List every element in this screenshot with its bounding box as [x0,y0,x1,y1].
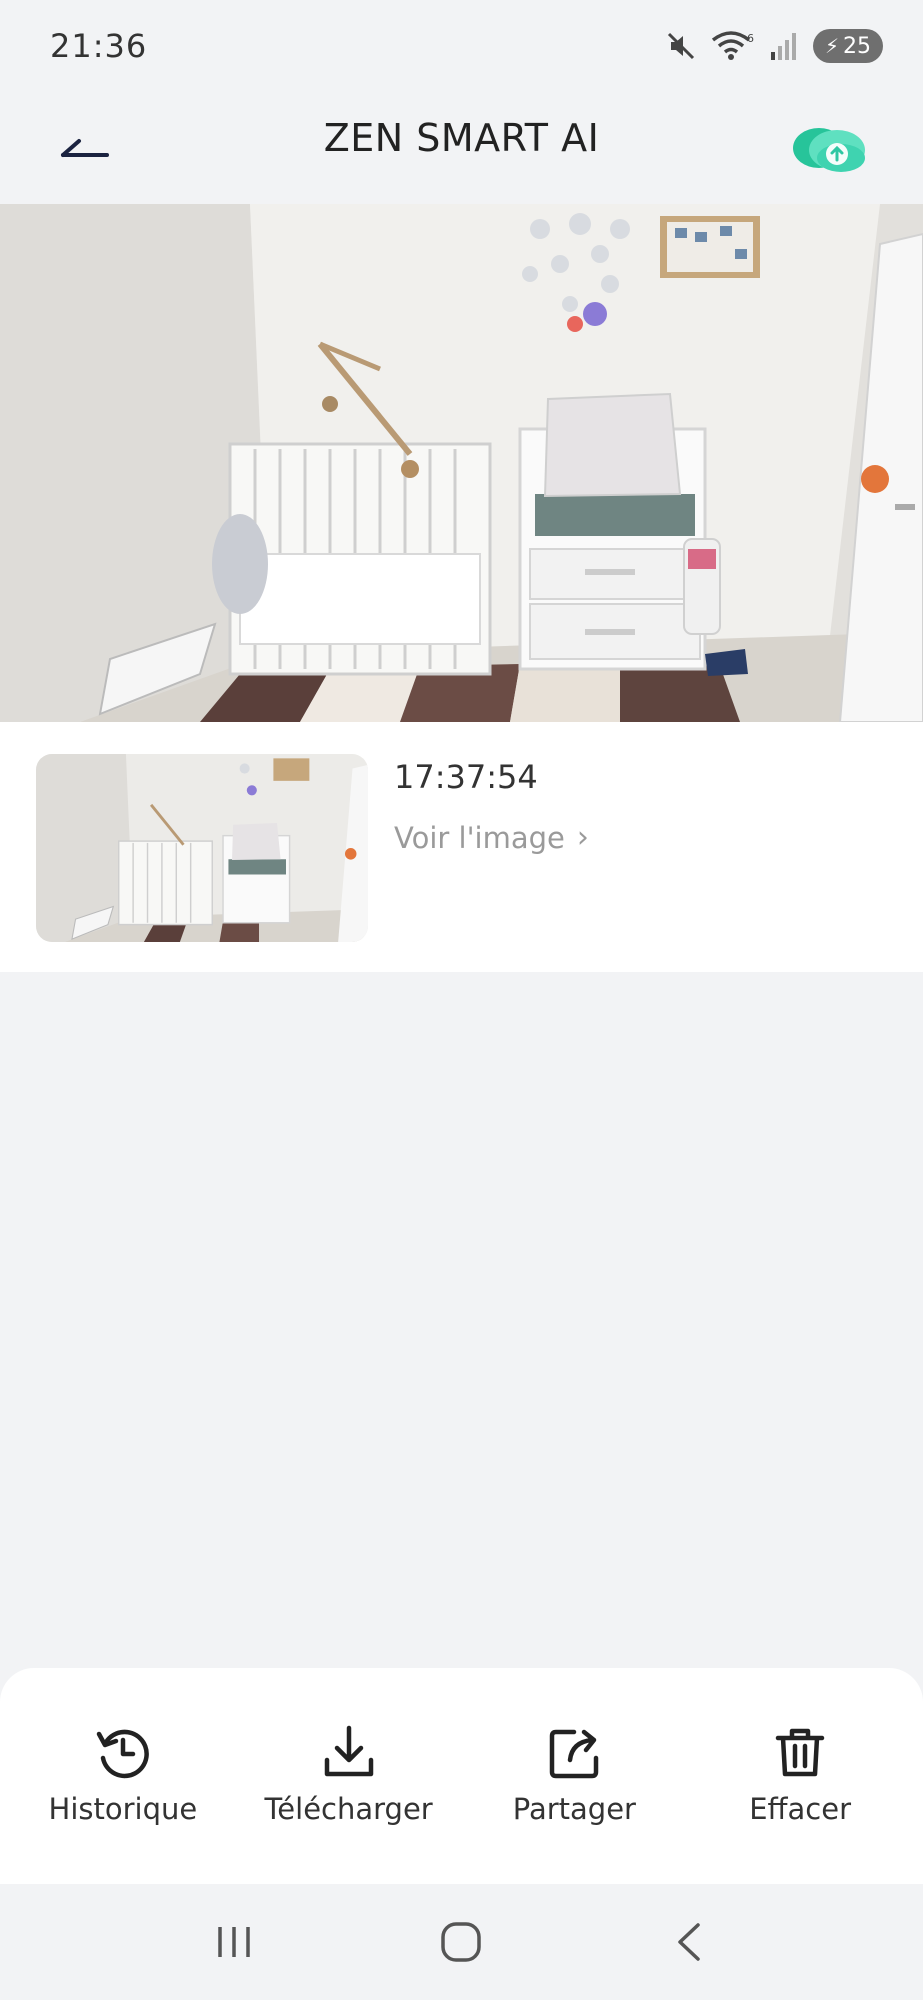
home-button[interactable] [406,1902,516,1982]
recents-icon [218,1927,250,1957]
svg-text:6: 6 [747,32,754,45]
battery-icon: ⚡ 25 [813,29,883,63]
signal-icon [769,30,799,62]
view-image-link[interactable]: Voir l'image › [394,820,589,855]
share-button[interactable]: Partager [464,1722,684,1826]
history-label: Historique [48,1792,198,1826]
action-bar: Historique Télécharger Partager Effacer [0,1668,923,1884]
event-card: 17:37:54 Voir l'image › [0,722,923,972]
delete-button[interactable]: Effacer [690,1722,910,1826]
chevron-right-icon: › [576,820,589,855]
recents-button[interactable] [179,1902,289,1982]
share-icon [550,1729,599,1779]
download-label: Télécharger [264,1792,433,1826]
home-icon [441,1922,482,1962]
event-thumbnail[interactable] [36,754,368,942]
wifi-icon: 6 [711,30,755,62]
history-button[interactable]: Historique [13,1722,233,1826]
status-icons: 6 ⚡ 25 [665,29,883,63]
mute-icon [665,30,697,62]
event-thumbnail-image [36,754,368,942]
system-nav-bar [0,1884,923,2000]
status-bar: 21:36 6 ⚡ 25 [0,0,923,92]
status-time: 21:36 [50,27,148,65]
cloud-upload-icon [793,128,865,172]
delete-label: Effacer [749,1792,852,1826]
camera-snapshot-image [0,204,923,722]
download-icon [324,1725,373,1777]
system-back-button[interactable] [634,1902,744,1982]
camera-snapshot[interactable] [0,204,923,722]
battery-level: 25 [843,33,872,59]
screen: 21:36 6 ⚡ 25 ZEN SMART AI 17:37:54 Voir … [0,0,923,2000]
download-button[interactable]: Télécharger [239,1722,459,1826]
view-image-label: Voir l'image [394,820,565,855]
share-label: Partager [512,1792,636,1826]
system-back-icon [678,1923,700,1961]
trash-icon [775,1728,825,1777]
app-header: ZEN SMART AI [0,92,923,204]
event-time: 17:37:54 [394,758,538,796]
cloud-upload-button[interactable] [783,114,873,178]
history-icon [96,1729,149,1779]
